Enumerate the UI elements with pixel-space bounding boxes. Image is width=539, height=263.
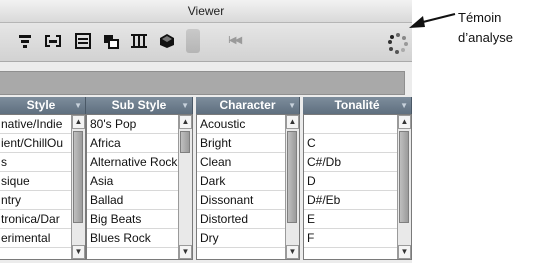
list-item[interactable]: C#/Db xyxy=(304,153,411,172)
column-list[interactable]: native/Indie ient/ChillOu s sique ntry t… xyxy=(0,114,86,260)
column-style: Style ▼ native/Indie ient/ChillOu s sique… xyxy=(0,97,86,260)
scroll-up-icon[interactable]: ▲ xyxy=(286,115,299,129)
scrollbar[interactable]: ▲ ▼ xyxy=(285,115,299,259)
list-item[interactable]: Dark xyxy=(197,172,299,191)
sort-lines-icon[interactable] xyxy=(14,30,36,52)
scroll-down-icon[interactable]: ▼ xyxy=(72,245,85,259)
window-title: Viewer xyxy=(187,4,225,18)
scroll-thumb[interactable] xyxy=(287,131,297,223)
list-item[interactable]: Ballad xyxy=(87,191,192,210)
callout-arrow-icon xyxy=(409,13,456,28)
toolbar: I◀◀ xyxy=(0,23,412,62)
column-list[interactable]: 80's Pop Africa Alternative Rock Asia Ba… xyxy=(86,114,193,260)
list-item[interactable]: 80's Pop xyxy=(87,115,192,134)
list-item[interactable]: D xyxy=(304,172,411,191)
scroll-up-icon[interactable]: ▲ xyxy=(179,115,192,129)
column-list[interactable]: C C#/Db D D#/Eb E F ▲ ▼ xyxy=(303,114,412,260)
analysis-indicator-callout: Témoin d’analyse xyxy=(458,8,513,48)
scrollbar[interactable]: ▲ ▼ xyxy=(71,115,85,259)
list-item[interactable]: Dry xyxy=(197,229,299,248)
window-stack-icon[interactable] xyxy=(100,30,122,52)
analysis-indicator-icon xyxy=(386,31,410,55)
column-header[interactable]: Character ▼ xyxy=(196,97,300,114)
list-item[interactable]: E xyxy=(304,210,411,229)
list-item[interactable]: Bright xyxy=(197,134,299,153)
list-item[interactable]: Acoustic xyxy=(197,115,299,134)
list-item[interactable]: Africa xyxy=(87,134,192,153)
list-item[interactable]: Asia xyxy=(87,172,192,191)
list-item[interactable]: Blues Rock xyxy=(87,229,192,248)
column-header[interactable]: Tonalité ▼ xyxy=(303,97,412,114)
list-item[interactable]: Alternative Rock xyxy=(87,153,192,172)
columns-icon[interactable] xyxy=(128,30,150,52)
column-tonalite: Tonalité ▼ C C#/Db D D#/Eb E F ▲ ▼ xyxy=(303,97,412,260)
scroll-down-icon[interactable]: ▼ xyxy=(179,245,192,259)
viewer-panel: Viewer I◀◀ Style ▼ native/Indie ient/Chi… xyxy=(0,0,412,263)
title-bar: Viewer xyxy=(0,0,412,23)
list-item[interactable]: Dissonant xyxy=(197,191,299,210)
column-sub-style: Sub Style ▼ 80's Pop Africa Alternative R… xyxy=(86,97,193,260)
scrollbar[interactable]: ▲ ▼ xyxy=(397,115,411,259)
scroll-thumb[interactable] xyxy=(180,131,190,153)
filter-bar[interactable] xyxy=(0,71,405,95)
toolbar-separator xyxy=(186,29,200,53)
column-list[interactable]: Acoustic Bright Clean Dark Dissonant Dis… xyxy=(196,114,300,260)
scroll-thumb[interactable] xyxy=(73,131,83,223)
scroll-up-icon[interactable]: ▲ xyxy=(72,115,85,129)
cubes-icon[interactable] xyxy=(156,30,178,52)
scroll-up-icon[interactable]: ▲ xyxy=(398,115,411,129)
bracket-lines-icon[interactable] xyxy=(42,30,64,52)
scrollbar[interactable]: ▲ ▼ xyxy=(178,115,192,259)
callout-line-1: Témoin xyxy=(458,10,502,25)
list-item[interactable]: Big Beats xyxy=(87,210,192,229)
list-box-icon[interactable] xyxy=(72,30,94,52)
column-character: Character ▼ Acoustic Bright Clean Dark Di… xyxy=(196,97,300,260)
scroll-thumb[interactable] xyxy=(399,131,409,223)
callout-line-2: d’analyse xyxy=(458,30,513,45)
list-item[interactable] xyxy=(304,115,411,134)
rewind-icon[interactable]: I◀◀ xyxy=(228,35,242,46)
list-item[interactable]: C xyxy=(304,134,411,153)
list-item[interactable]: Clean xyxy=(197,153,299,172)
scroll-down-icon[interactable]: ▼ xyxy=(286,245,299,259)
list-item[interactable]: D#/Eb xyxy=(304,191,411,210)
list-item[interactable]: F xyxy=(304,229,411,248)
list-item[interactable]: Distorted xyxy=(197,210,299,229)
scroll-down-icon[interactable]: ▼ xyxy=(398,245,411,259)
column-header[interactable]: Sub Style ▼ xyxy=(86,97,193,114)
column-header[interactable]: Style ▼ xyxy=(0,97,86,114)
